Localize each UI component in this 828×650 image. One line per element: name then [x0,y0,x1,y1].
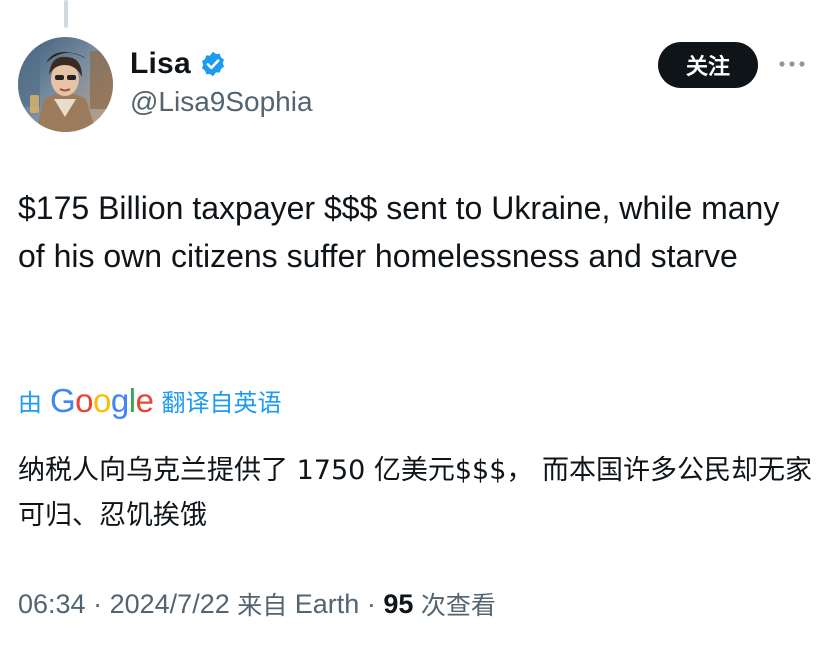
author-name-row[interactable]: Lisa [130,44,227,84]
follow-button[interactable]: 关注 [658,42,758,88]
meta-separator: · [366,588,376,619]
translated-text: 纳税人向乌克兰提供了 1750 亿美元$$$， 而本国许多公民却无家可归、忍饥挨… [18,455,812,531]
translation-suffix: 翻译自英语 [161,388,282,417]
source-prefix: 来自 [237,591,288,620]
google-logo-letter: G [50,381,76,419]
tweet-time[interactable]: 06:34 [18,589,86,620]
tweet-source: Earth [294,588,360,619]
author-handle[interactable]: @Lisa9Sophia [130,86,313,118]
avatar[interactable] [18,37,113,132]
tweet-date[interactable]: 2024/7/22 [110,589,230,620]
google-logo: Google [50,381,154,419]
thread-connector-line [64,0,68,28]
view-count: 95 [383,588,414,619]
google-logo-letter: o [75,381,94,419]
google-logo-letter: g [110,381,129,419]
google-logo-letter: o [93,381,111,419]
avatar-image [18,37,113,132]
tweet-meta: 06:34 · 2024/7/22 来自 Earth · 95 次查看 [18,582,496,626]
translation-prefix: 由 [18,388,42,417]
google-logo-letter: l [128,381,136,419]
google-logo-letter: e [135,381,154,419]
translation-attribution[interactable]: 由 Google 翻译自英语 [18,378,281,422]
more-options-icon[interactable] [776,52,808,76]
view-label: 次查看 [420,591,496,620]
tweet-text: $175 Billion taxpayer $$$ sent to Ukrain… [18,190,780,274]
author-name[interactable]: Lisa [130,47,191,81]
verified-badge-icon[interactable] [199,50,227,78]
meta-separator: · [93,588,103,619]
